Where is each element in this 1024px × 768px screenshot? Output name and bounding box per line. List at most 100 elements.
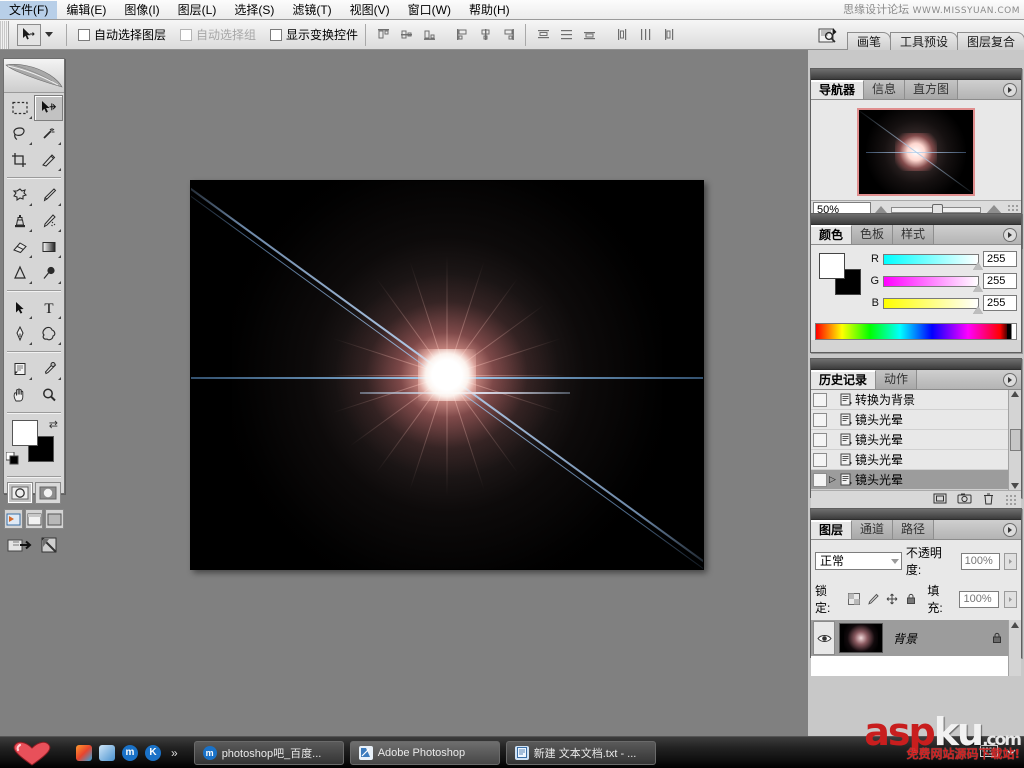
red-slider-thumb[interactable] — [973, 261, 983, 270]
layers-titlebar[interactable] — [811, 509, 1021, 520]
color-foreground-swatch[interactable] — [819, 253, 845, 279]
scroll-down-icon[interactable] — [1011, 483, 1019, 489]
ime-chevron-icon[interactable] — [1006, 747, 1016, 759]
scroll-up-icon[interactable] — [1011, 622, 1019, 628]
options-bar-grip[interactable] — [0, 20, 9, 49]
move-tool[interactable] — [34, 95, 63, 121]
history-row[interactable]: 镜头光晕 — [811, 430, 1008, 450]
tool-flyout-corner[interactable] — [58, 168, 61, 171]
lock-transparent-pixels-icon[interactable] — [847, 592, 861, 606]
history-row[interactable]: 镜头光晕 — [811, 450, 1008, 470]
history-snapshot-checkbox[interactable] — [813, 392, 827, 407]
menu-item-image[interactable]: 图像(I) — [115, 1, 168, 19]
tool-flyout-corner[interactable] — [58, 377, 61, 380]
history-row[interactable]: 转换为背景 — [811, 390, 1008, 410]
fill-stepper-chevron-icon[interactable] — [1004, 590, 1017, 608]
magic-wand-tool[interactable] — [34, 121, 63, 147]
green-slider-track[interactable] — [883, 275, 983, 292]
layers-scrollbar[interactable] — [1008, 620, 1021, 676]
swap-colors-icon[interactable]: ⇄ — [49, 418, 58, 431]
menu-item-select[interactable]: 选择(S) — [225, 1, 283, 19]
tool-flyout-corner[interactable] — [58, 203, 61, 206]
scrollbar-thumb[interactable] — [1009, 429, 1021, 451]
distribute-horizontal-centers-icon[interactable] — [635, 25, 655, 45]
brush-tool[interactable] — [34, 182, 63, 208]
menu-item-edit[interactable]: 编辑(E) — [57, 1, 115, 19]
color-titlebar[interactable] — [811, 214, 1021, 225]
tool-flyout-corner[interactable] — [58, 342, 61, 345]
history-resize-grip[interactable] — [1005, 493, 1017, 506]
standard-screen-mode-icon[interactable] — [4, 509, 23, 529]
tab-actions[interactable]: 动作 — [876, 370, 918, 389]
distribute-left-edges-icon[interactable] — [612, 25, 632, 45]
history-scrollbar[interactable] — [1008, 390, 1021, 490]
tool-flyout-corner[interactable] — [58, 255, 61, 258]
dodge-tool[interactable] — [34, 260, 63, 286]
kingsoft-icon[interactable]: K — [145, 744, 161, 761]
distribute-top-edges-icon[interactable] — [533, 25, 553, 45]
foreground-color-swatch[interactable] — [12, 420, 38, 446]
tab-history[interactable]: 历史记录 — [811, 370, 877, 389]
color-palette-menu-icon[interactable] — [1003, 228, 1017, 242]
picture-viewer-icon[interactable] — [76, 744, 92, 761]
tool-flyout-corner[interactable] — [29, 342, 32, 345]
history-snapshot-checkbox[interactable] — [813, 472, 827, 487]
opacity-stepper-chevron-icon[interactable] — [1004, 552, 1017, 570]
create-document-from-state-icon[interactable] — [933, 492, 947, 508]
edit-in-imageready-icon[interactable] — [7, 535, 33, 558]
quick-launch-overflow-icon[interactable]: » — [171, 746, 178, 760]
keyboard-ime-icon[interactable] — [980, 745, 998, 760]
path-selection-tool[interactable] — [5, 295, 34, 321]
history-brush-tool[interactable] — [34, 208, 63, 234]
workspace-area[interactable] — [68, 51, 808, 738]
navigator-thumbnail-area[interactable] — [811, 100, 1021, 200]
lock-position-icon[interactable] — [885, 592, 899, 606]
healing-brush-tool[interactable] — [5, 182, 34, 208]
taskbar-item-notepad[interactable]: 新建 文本文档.txt - ... — [505, 740, 656, 765]
create-new-snapshot-icon[interactable] — [957, 492, 972, 508]
history-snapshot-checkbox[interactable] — [813, 452, 827, 467]
rectangular-marquee-tool[interactable] — [5, 95, 34, 121]
delete-state-icon[interactable] — [982, 492, 995, 508]
navigator-titlebar[interactable] — [811, 69, 1021, 80]
default-colors-icon[interactable] — [5, 451, 20, 469]
align-vertical-centers-icon[interactable] — [396, 25, 416, 45]
history-snapshot-checkbox[interactable] — [813, 412, 827, 427]
history-titlebar[interactable] — [811, 359, 1021, 370]
distribute-right-edges-icon[interactable] — [658, 25, 678, 45]
tool-flyout-corner[interactable] — [58, 229, 61, 232]
edit-tool-icon[interactable] — [99, 744, 115, 761]
layer-name[interactable]: 背景 — [883, 630, 988, 647]
tool-flyout-corner[interactable] — [29, 377, 32, 380]
blue-slider-track[interactable] — [883, 297, 983, 314]
history-row[interactable]: ▷ 镜头光晕 — [811, 470, 1008, 490]
align-top-edges-icon[interactable] — [373, 25, 393, 45]
standard-mask-mode-icon[interactable] — [7, 482, 33, 504]
navigator-thumbnail[interactable] — [857, 108, 975, 196]
tab-swatches[interactable]: 色板 — [852, 225, 894, 244]
scroll-up-icon[interactable] — [1011, 391, 1019, 397]
zoom-out-icon[interactable] — [875, 206, 887, 213]
tool-flyout-corner[interactable] — [29, 142, 32, 145]
navigator-zoom-slider[interactable] — [891, 203, 981, 218]
maxthon-browser-icon[interactable]: m — [122, 744, 138, 761]
green-slider-thumb[interactable] — [973, 283, 983, 292]
lock-image-pixels-icon[interactable] — [866, 592, 880, 606]
document-canvas[interactable] — [190, 180, 704, 570]
red-value-field[interactable]: 255 — [983, 251, 1017, 267]
opacity-field[interactable]: 100% — [960, 552, 1001, 570]
tool-flyout-corner[interactable] — [29, 281, 32, 284]
notes-tool[interactable] — [5, 356, 34, 382]
tab-color[interactable]: 颜色 — [811, 225, 853, 244]
taskbar-item-browser[interactable]: m photoshop吧_百度... — [193, 740, 344, 765]
lock-all-icon[interactable] — [904, 592, 918, 606]
gradient-tool[interactable] — [34, 234, 63, 260]
tool-flyout-corner[interactable] — [29, 203, 32, 206]
jump-to-app-icon[interactable] — [39, 535, 61, 558]
tab-channels[interactable]: 通道 — [852, 520, 894, 539]
full-screen-mode-icon[interactable] — [45, 509, 65, 529]
start-button[interactable] — [0, 740, 64, 766]
red-slider-track[interactable] — [883, 253, 983, 270]
dock-tab-layer-comps[interactable]: 图层复合 — [956, 32, 1024, 50]
pen-tool[interactable] — [5, 321, 34, 347]
